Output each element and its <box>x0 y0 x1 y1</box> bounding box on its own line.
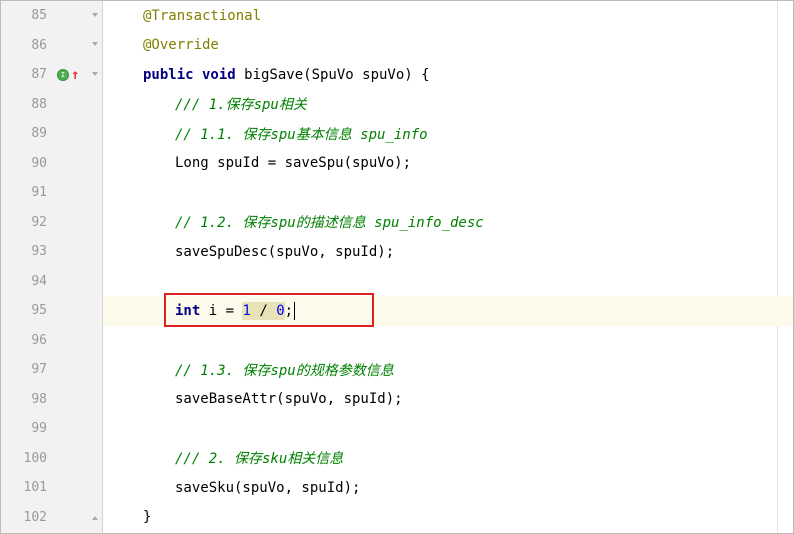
code-line[interactable]: public void bigSave(SpuVo spuVo) { <box>103 60 793 90</box>
code-line[interactable] <box>103 414 793 444</box>
code-line[interactable]: // 1.3. 保存spu的规格参数信息 <box>103 355 793 385</box>
line-number: 102 <box>1 510 57 525</box>
line-number: 87 <box>1 67 57 82</box>
token-comment: // 1.1. 保存spu基本信息 spu_info <box>175 124 428 144</box>
code-line[interactable]: /// 2. 保存sku相关信息 <box>103 444 793 474</box>
token-txt: saveSpuDesc(spuVo, spuId); <box>175 244 394 260</box>
gutter-row[interactable]: 100 <box>1 444 102 474</box>
token-txt: / <box>251 303 276 319</box>
line-number: 96 <box>1 333 57 348</box>
token-comment: /// 2. 保存sku相关信息 <box>175 448 343 468</box>
gutter-row[interactable]: 99 <box>1 414 102 444</box>
gutter-row[interactable]: 93 <box>1 237 102 267</box>
gutter-row[interactable]: 96 <box>1 326 102 356</box>
code-line[interactable]: // 1.2. 保存spu的描述信息 spu_info_desc <box>103 208 793 238</box>
line-number: 95 <box>1 303 57 318</box>
highlighted-expression: 1 / 0 <box>242 302 284 320</box>
fold-mark-icon[interactable] <box>90 70 100 80</box>
line-number: 100 <box>1 451 57 466</box>
gutter-row[interactable]: 91 <box>1 178 102 208</box>
gutter-row[interactable]: 95 <box>1 296 102 326</box>
code-line[interactable] <box>103 267 793 297</box>
implements-icon[interactable]: I <box>57 69 69 81</box>
code-line[interactable]: @Transactional <box>103 1 793 31</box>
token-anno: @Transactional <box>143 8 261 24</box>
gutter-row[interactable]: 94 <box>1 267 102 297</box>
text-caret <box>294 302 295 320</box>
code-line[interactable]: saveSku(spuVo, spuId); <box>103 473 793 503</box>
code-line[interactable]: /// 1.保存spu相关 <box>103 90 793 120</box>
gutter-row[interactable]: 102 <box>1 503 102 533</box>
gutter-row[interactable]: 86 <box>1 31 102 61</box>
line-number: 101 <box>1 480 57 495</box>
gutter-row[interactable]: 87I↑ <box>1 60 102 90</box>
token-comment: /// 1.保存spu相关 <box>175 94 307 114</box>
gutter-row[interactable]: 90 <box>1 149 102 179</box>
code-line[interactable]: saveSpuDesc(spuVo, spuId); <box>103 237 793 267</box>
fold-mark-icon[interactable] <box>90 40 100 50</box>
gutter-row[interactable]: 101 <box>1 473 102 503</box>
override-arrow-icon[interactable]: ↑ <box>71 68 79 82</box>
code-line[interactable]: // 1.1. 保存spu基本信息 spu_info <box>103 119 793 149</box>
gutter-row[interactable]: 85 <box>1 1 102 31</box>
token-anno: @Override <box>143 37 219 53</box>
line-number: 86 <box>1 38 57 53</box>
gutter-row[interactable]: 88 <box>1 90 102 120</box>
gutter-row[interactable]: 97 <box>1 355 102 385</box>
line-number: 88 <box>1 97 57 112</box>
token-txt: saveBaseAttr(spuVo, spuId); <box>175 391 403 407</box>
token-txt: bigSave(SpuVo spuVo) { <box>236 67 430 83</box>
code-line[interactable] <box>103 178 793 208</box>
token-txt: ; <box>285 303 293 319</box>
fold-mark-icon[interactable] <box>90 512 100 522</box>
line-number: 85 <box>1 8 57 23</box>
line-number: 97 <box>1 362 57 377</box>
code-line[interactable]: Long spuId = saveSpu(spuVo); <box>103 149 793 179</box>
token-comment: // 1.2. 保存spu的描述信息 spu_info_desc <box>175 212 484 232</box>
gutter-row[interactable]: 92 <box>1 208 102 238</box>
token-kw: int <box>175 303 200 319</box>
token-txt: i = <box>200 303 242 319</box>
token-num: 0 <box>276 303 284 319</box>
token-comment: // 1.3. 保存spu的规格参数信息 <box>175 360 394 380</box>
line-number: 98 <box>1 392 57 407</box>
token-kw: public void <box>143 67 236 83</box>
code-editor[interactable]: @Transactional @Override public void bigSa… <box>103 1 793 533</box>
token-num: 1 <box>242 303 250 319</box>
gutter: 85 86 87I↑ 88 89 90 91 92 93 94 95 96 97 98 99 100 101 10… <box>1 1 103 533</box>
line-number: 93 <box>1 244 57 259</box>
line-number: 99 <box>1 421 57 436</box>
gutter-row[interactable]: 89 <box>1 119 102 149</box>
code-line[interactable]: int i = 1 / 0; <box>103 296 793 326</box>
code-line[interactable]: } <box>103 503 793 533</box>
line-number: 92 <box>1 215 57 230</box>
fold-mark-icon[interactable] <box>90 11 100 21</box>
line-number: 89 <box>1 126 57 141</box>
token-txt: Long spuId = saveSpu(spuVo); <box>175 155 411 171</box>
token-txt: saveSku(spuVo, spuId); <box>175 480 360 496</box>
line-number: 90 <box>1 156 57 171</box>
token-txt: } <box>143 509 151 525</box>
code-line[interactable]: saveBaseAttr(spuVo, spuId); <box>103 385 793 415</box>
gutter-row[interactable]: 98 <box>1 385 102 415</box>
line-number: 91 <box>1 185 57 200</box>
line-number: 94 <box>1 274 57 289</box>
code-line[interactable]: @Override <box>103 31 793 61</box>
code-line[interactable] <box>103 326 793 356</box>
